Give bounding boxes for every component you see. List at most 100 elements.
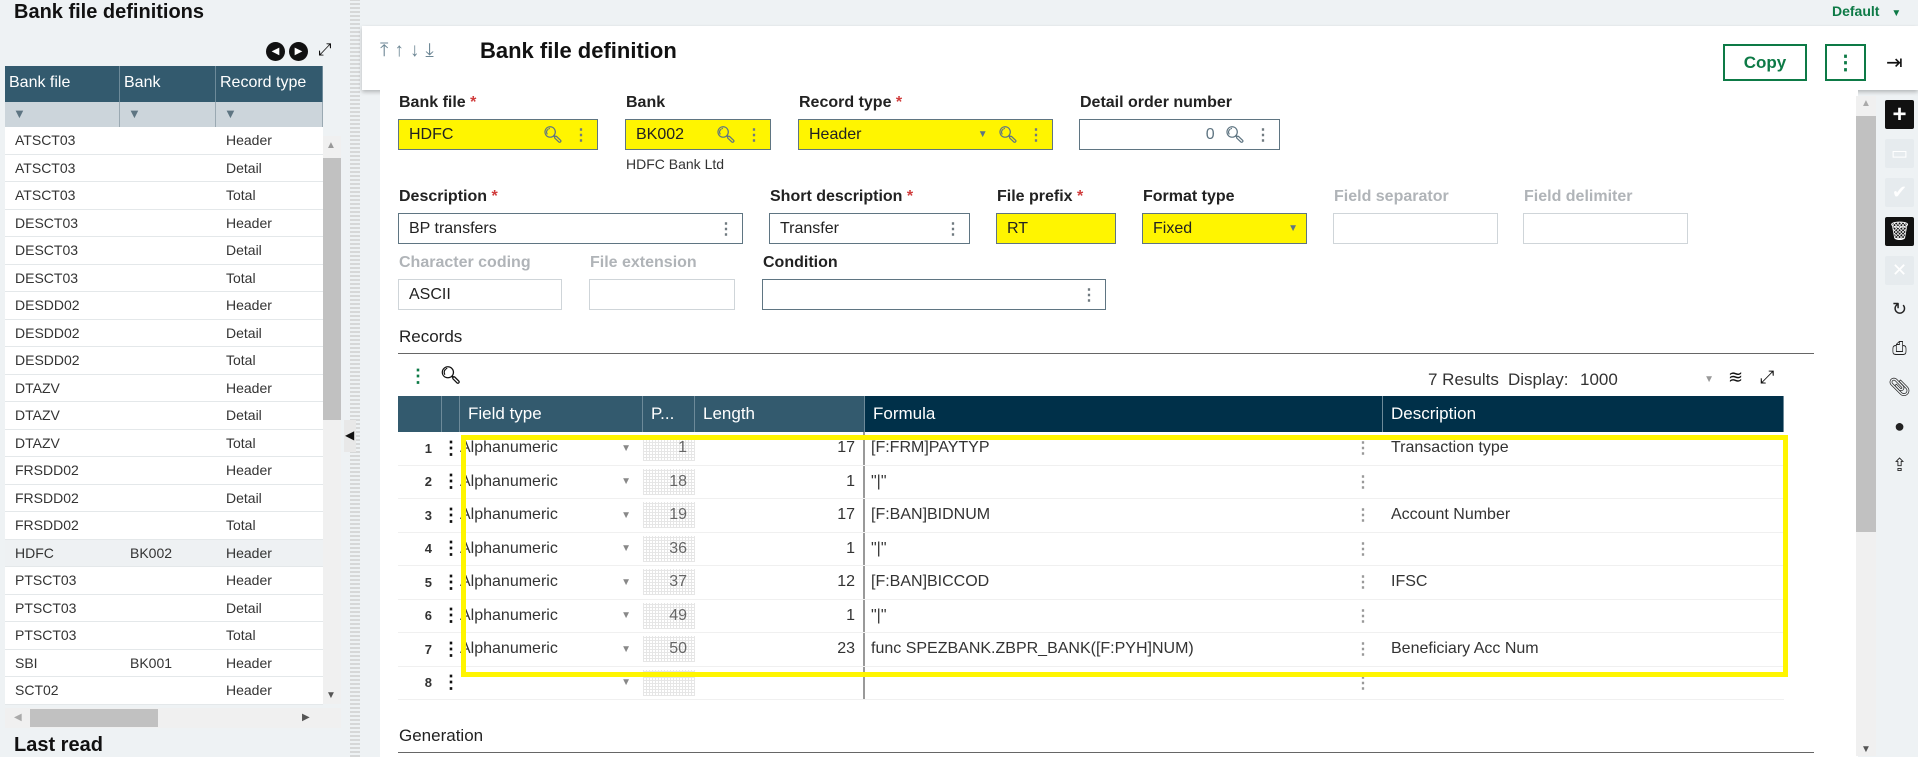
grid-actions-icon[interactable]: ⋮ xyxy=(409,366,427,387)
record-type-cell: Total xyxy=(226,434,256,451)
search-icon[interactable]: 🔍︎ xyxy=(716,125,736,145)
list-item[interactable]: SCT02 Header xyxy=(5,677,323,705)
last-read-title: Last read xyxy=(14,734,103,756)
row-menu-icon[interactable]: ⋮ xyxy=(442,438,460,459)
filter-icon[interactable]: ▼ xyxy=(120,102,216,127)
list-hscroll-thumb[interactable] xyxy=(30,709,158,727)
list-item[interactable]: ATSCT03 Total xyxy=(5,182,323,210)
kebab-icon[interactable]: ⋮ xyxy=(1028,125,1044,145)
row-menu-icon[interactable]: ⋮ xyxy=(442,471,460,492)
chevron-down-icon[interactable]: ▼ xyxy=(1288,223,1298,234)
row-number: 4 xyxy=(424,541,432,557)
list-item[interactable]: ATSCT03 Detail xyxy=(5,154,323,182)
list-item[interactable]: FRSDD02 Header xyxy=(5,457,323,485)
delete-icon[interactable]: 🗑︎ xyxy=(1885,217,1914,246)
description-field[interactable]: BP transfers ⋮ xyxy=(398,213,743,244)
row-menu-icon[interactable]: ⋮ xyxy=(442,538,460,559)
list-item[interactable]: FRSDD02 Total xyxy=(5,512,323,540)
column-header-description[interactable]: Description xyxy=(1383,396,1784,432)
profile-selector[interactable]: Default ▼ xyxy=(1832,3,1901,19)
layers-icon[interactable]: ≋ xyxy=(1728,367,1743,388)
record-type-select[interactable]: Header ▼ 🔍︎ ⋮ xyxy=(798,119,1053,150)
row-menu-icon[interactable]: ⋮ xyxy=(442,605,460,626)
export-icon[interactable]: ⇪ xyxy=(1885,451,1914,480)
kebab-icon[interactable]: ⋮ xyxy=(746,125,762,145)
scroll-down-icon[interactable]: ▼ xyxy=(326,690,336,701)
expand-grid-icon[interactable]: ⤢ xyxy=(1760,367,1774,388)
display-select[interactable]: 1000 ▼ xyxy=(1580,370,1714,390)
exit-icon[interactable]: ⇥ xyxy=(1886,50,1903,75)
column-header-bank-file[interactable]: Bank file xyxy=(5,66,120,102)
next-record-icon[interactable]: ↓ xyxy=(410,40,426,61)
condition-field[interactable]: ⋮ xyxy=(762,279,1106,310)
list-item[interactable]: DESDD02 Header xyxy=(5,292,323,320)
scroll-right-icon[interactable]: ▶ xyxy=(302,712,310,723)
expand-icon[interactable]: ⤢ xyxy=(318,40,332,60)
grid-search-icon[interactable]: 🔍︎ xyxy=(440,366,462,386)
short-description-field[interactable]: Transfer ⋮ xyxy=(769,213,970,244)
list-item[interactable]: DESDD02 Detail xyxy=(5,319,323,347)
column-header-formula[interactable]: Formula xyxy=(865,396,1383,432)
row-menu-icon[interactable]: ⋮ xyxy=(442,505,460,526)
list-item[interactable]: PTSCT03 Detail xyxy=(5,594,323,622)
list-item[interactable]: SBI BK001 Header xyxy=(5,649,323,677)
list-item[interactable]: ATSCT03 Header xyxy=(5,127,323,155)
search-icon[interactable]: 🔍︎ xyxy=(543,125,563,145)
filter-icon[interactable]: ▼ xyxy=(5,102,120,127)
previous-record-icon[interactable]: ↑ xyxy=(394,40,410,61)
add-icon[interactable]: + xyxy=(1885,100,1914,129)
row-menu-icon[interactable]: ⋮ xyxy=(442,639,460,660)
attachment-icon[interactable]: 📎︎ xyxy=(1885,373,1914,402)
first-record-icon[interactable]: ⤒ xyxy=(380,40,394,61)
column-header-field-type[interactable]: Field type xyxy=(460,396,643,432)
list-item[interactable]: DTAZV Detail xyxy=(5,402,323,430)
kebab-icon[interactable]: ⋮ xyxy=(1081,285,1097,305)
kebab-icon[interactable]: ⋮ xyxy=(945,219,961,239)
next-icon[interactable]: ▶ xyxy=(289,42,308,61)
scroll-left-icon[interactable]: ◀ xyxy=(14,712,22,723)
list-item[interactable]: DESCT03 Detail xyxy=(5,237,323,265)
kebab-icon[interactable]: ⋮ xyxy=(573,125,589,145)
bank-field[interactable]: BK002 🔍︎ ⋮ xyxy=(625,119,771,150)
previous-icon[interactable]: ◀ xyxy=(266,42,285,61)
list-scroll-thumb[interactable] xyxy=(323,158,341,420)
list-item[interactable]: PTSCT03 Total xyxy=(5,622,323,650)
kebab-icon[interactable]: ⋮ xyxy=(718,219,734,239)
panel-splitter[interactable] xyxy=(350,0,360,757)
column-header-position[interactable]: P... xyxy=(643,396,695,432)
list-item[interactable]: HDFC BK002 Header xyxy=(5,539,323,567)
column-header-bank[interactable]: Bank xyxy=(120,66,216,102)
list-item[interactable]: FRSDD02 Detail xyxy=(5,484,323,512)
main-scroll-thumb[interactable] xyxy=(1856,116,1876,532)
scroll-up-icon[interactable]: ▲ xyxy=(326,140,336,151)
filter-icon[interactable]: ▼ xyxy=(216,102,323,127)
kebab-icon[interactable]: ⋮ xyxy=(1255,125,1271,145)
bank-file-field[interactable]: HDFC 🔍︎ ⋮ xyxy=(398,119,598,150)
file-prefix-field[interactable]: RT xyxy=(996,213,1116,244)
more-actions-button[interactable]: ⋮ xyxy=(1825,44,1866,81)
chevron-down-icon[interactable]: ▼ xyxy=(978,129,988,140)
column-header-length[interactable]: Length xyxy=(695,396,865,432)
list-item[interactable]: PTSCT03 Header xyxy=(5,567,323,595)
row-menu-icon[interactable]: ⋮ xyxy=(442,572,460,593)
last-record-icon[interactable]: ⤓ xyxy=(425,40,439,61)
comment-icon[interactable]: ● xyxy=(1885,412,1914,441)
list-item[interactable]: DTAZV Total xyxy=(5,429,323,457)
detail-order-field[interactable]: 0 🔍︎ ⋮ xyxy=(1079,119,1280,150)
search-icon[interactable]: 🔍︎ xyxy=(998,125,1018,145)
list-item[interactable]: DESCT03 Header xyxy=(5,209,323,237)
scroll-up-icon[interactable]: ▲ xyxy=(1861,98,1871,109)
list-item[interactable]: DESDD02 Total xyxy=(5,347,323,375)
field-type-select[interactable]: ▼ xyxy=(460,677,643,688)
format-type-select[interactable]: Fixed ▼ xyxy=(1142,213,1307,244)
search-icon[interactable]: 🔍︎ xyxy=(1225,125,1245,145)
copy-button[interactable]: Copy xyxy=(1723,44,1807,81)
collapse-panel-icon[interactable]: ◀ xyxy=(344,420,356,452)
scroll-down-icon[interactable]: ▼ xyxy=(1861,744,1871,755)
column-header-record-type[interactable]: Record type xyxy=(216,66,323,102)
print-icon[interactable]: ⎙ xyxy=(1885,334,1914,363)
list-item[interactable]: DTAZV Header xyxy=(5,374,323,402)
row-menu-icon[interactable]: ⋮ xyxy=(442,672,460,693)
refresh-icon[interactable]: ↻ xyxy=(1885,295,1914,324)
list-item[interactable]: DESCT03 Total xyxy=(5,264,323,292)
